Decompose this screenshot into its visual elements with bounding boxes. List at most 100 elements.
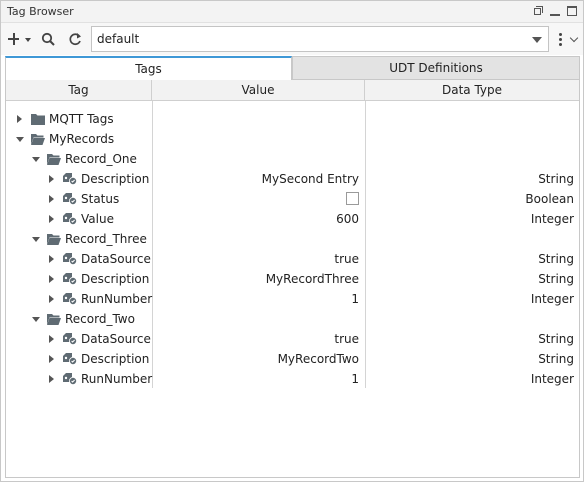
tree-tag-row[interactable]: Description MySecond Entry String (6, 169, 579, 189)
title-bar: Tag Browser (1, 1, 583, 23)
tree-tag-row[interactable]: Value 600 Integer (6, 209, 579, 229)
folder-open-icon (46, 232, 62, 246)
tag-provider-value: default (97, 32, 140, 46)
tree-folder-row[interactable]: Record_Two (6, 309, 579, 329)
column-header-data-type[interactable]: Data Type (365, 80, 579, 101)
search-icon (41, 32, 55, 46)
toolbar: default (1, 23, 583, 55)
tag-name: Record_One (65, 152, 137, 166)
boolean-value-checkbox[interactable] (346, 192, 359, 205)
data-type-cell: Integer (530, 212, 574, 226)
tree-folder-row[interactable]: MyRecords (6, 129, 579, 149)
collapsed-arrow-icon[interactable] (49, 295, 54, 303)
tab-udt-definitions[interactable]: UDT Definitions (292, 56, 580, 80)
tag-cell: MyRecords (6, 129, 152, 149)
dropdown-arrow-icon (532, 37, 542, 43)
expanded-arrow-icon[interactable] (16, 137, 24, 142)
refresh-icon (69, 33, 81, 46)
maximize-icon[interactable] (565, 4, 579, 18)
udt-member-tag-icon (62, 252, 78, 266)
tag-name: Description (81, 172, 150, 186)
table-header: Tag Value Data Type (6, 80, 579, 101)
tree-tag-row[interactable]: Description MyRecordThree String (6, 269, 579, 289)
tree-tag-row[interactable]: Description MyRecordTwo String (6, 349, 579, 369)
collapsed-arrow-icon[interactable] (49, 255, 54, 263)
window-title: Tag Browser (7, 5, 74, 18)
float-window-icon[interactable] (531, 4, 545, 18)
collapsed-arrow-icon[interactable] (49, 335, 54, 343)
data-type-cell: String (538, 252, 574, 266)
tag-name: DataSource (81, 332, 151, 346)
tree-tag-row[interactable]: Status Boolean (6, 189, 579, 209)
tree-folder-row[interactable]: Record_Three (6, 229, 579, 249)
value-cell: true (334, 332, 359, 346)
tag-name: Value (81, 212, 114, 226)
folder-open-icon (30, 132, 46, 146)
chevron-down-icon (569, 33, 579, 43)
more-options-button[interactable] (554, 28, 568, 50)
tag-cell: DataSource (6, 329, 152, 349)
data-type-cell: String (538, 172, 574, 186)
udt-member-tag-icon (62, 212, 78, 226)
udt-member-tag-icon (62, 332, 78, 346)
tag-cell: DataSource (6, 249, 152, 269)
collapsed-arrow-icon[interactable] (49, 195, 54, 203)
tag-name: MQTT Tags (49, 112, 114, 126)
collapse-toolbar-button[interactable] (569, 28, 581, 50)
caret-down-icon (25, 38, 31, 42)
tree-tag-row[interactable]: DataSource true String (6, 249, 579, 269)
add-tag-button[interactable] (5, 28, 33, 50)
folder-open-icon (46, 152, 62, 166)
tab-tags[interactable]: Tags (5, 56, 292, 80)
tag-name: MyRecords (49, 132, 115, 146)
column-header-tag[interactable]: Tag (6, 80, 152, 101)
data-type-cell: String (538, 332, 574, 346)
collapsed-arrow-icon[interactable] (49, 175, 54, 183)
tree-tag-row[interactable]: DataSource true String (6, 329, 579, 349)
search-button[interactable] (39, 28, 59, 50)
tag-name: Record_Two (65, 312, 135, 326)
collapsed-arrow-icon[interactable] (49, 215, 54, 223)
value-cell: MySecond Entry (261, 172, 359, 186)
tree-folder-row[interactable]: Record_One (6, 149, 579, 169)
tree-tag-row[interactable]: RunNumber 1 Integer (6, 289, 579, 309)
folder-open-icon (46, 312, 62, 326)
tag-provider-dropdown[interactable]: default (91, 26, 549, 52)
value-cell: true (334, 252, 359, 266)
expanded-arrow-icon[interactable] (32, 317, 40, 322)
column-header-value[interactable]: Value (152, 80, 365, 101)
value-cell: MyRecordThree (265, 272, 359, 286)
value-cell: MyRecordTwo (277, 352, 359, 366)
tag-name: DataSource (81, 252, 151, 266)
tree-folder-row[interactable]: MQTT Tags (6, 109, 579, 129)
collapsed-arrow-icon[interactable] (49, 355, 54, 363)
tag-name: Description (81, 352, 150, 366)
tag-name: Record_Three (65, 232, 147, 246)
tag-cell: Record_One (6, 149, 152, 169)
minimize-icon[interactable] (548, 4, 562, 18)
tag-name: RunNumber (81, 292, 153, 306)
refresh-button[interactable] (65, 28, 85, 50)
tag-name: Status (81, 192, 120, 206)
tag-cell: Description (6, 169, 152, 189)
udt-member-tag-icon (62, 272, 78, 286)
data-type-cell: Integer (530, 372, 574, 386)
tag-cell: Record_Three (6, 229, 152, 249)
expanded-arrow-icon[interactable] (32, 157, 40, 162)
expanded-arrow-icon[interactable] (32, 237, 40, 242)
tree-tag-row[interactable]: RunNumber 1 Integer (6, 369, 579, 389)
tag-cell: MQTT Tags (6, 109, 152, 129)
data-type-cell: String (538, 352, 574, 366)
tag-browser-window: Tag Browser default Tags UDT Definitions… (0, 0, 584, 482)
collapsed-arrow-icon[interactable] (49, 375, 54, 383)
tag-table: Tag Value Data Type MQTT Tags MyRecords Re… (5, 80, 580, 478)
tag-cell: Record_Two (6, 309, 152, 329)
tag-cell: Status (6, 189, 152, 209)
value-cell: 1 (351, 292, 359, 306)
udt-member-tag-icon (62, 372, 78, 386)
tag-name: Description (81, 272, 150, 286)
tab-strip: Tags UDT Definitions (5, 56, 580, 80)
collapsed-arrow-icon[interactable] (49, 275, 54, 283)
collapsed-arrow-icon[interactable] (17, 115, 22, 123)
udt-member-tag-icon (62, 352, 78, 366)
